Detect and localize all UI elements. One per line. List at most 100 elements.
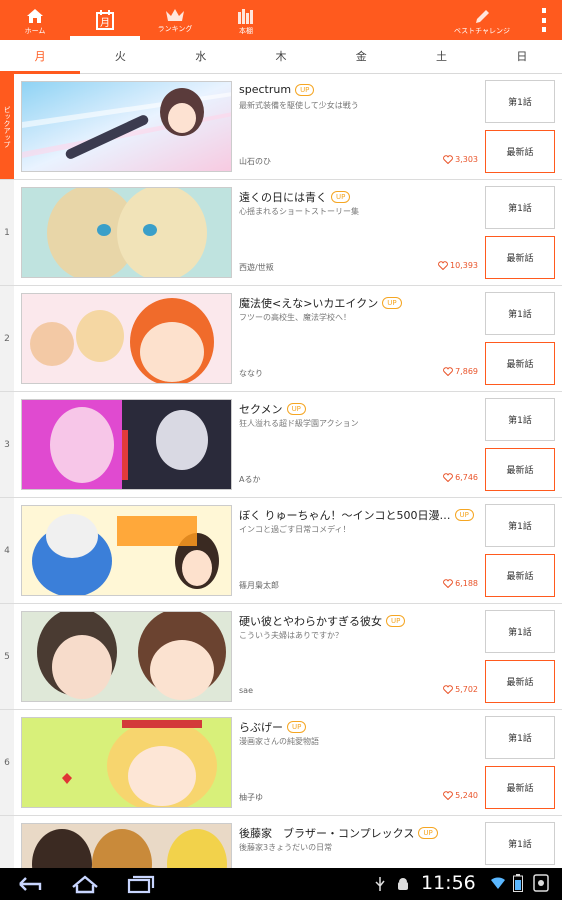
first-episode-button[interactable]: 第1話	[485, 504, 555, 547]
comic-row[interactable]: 5 硬い彼とやわらかすぎる彼女 UP こういう夫婦はありですか？ sae 5,7…	[0, 604, 562, 710]
latest-episode-button[interactable]: 最新話	[485, 236, 555, 279]
latest-episode-button[interactable]: 最新話	[485, 448, 555, 491]
comic-thumbnail[interactable]	[21, 611, 232, 702]
nav-ranking[interactable]: ランキング	[150, 0, 200, 40]
likes-count: 6,188	[455, 579, 478, 588]
comic-title[interactable]: ぼく りゅーちゃん！～インコと500日漫…	[239, 507, 451, 523]
comic-thumbnail[interactable]	[21, 717, 232, 808]
up-badge: UP	[295, 83, 315, 96]
first-episode-button[interactable]: 第1話	[485, 398, 555, 441]
latest-episode-button[interactable]: 最新話	[485, 342, 555, 385]
rank-number: 5	[0, 604, 14, 709]
comic-description: 狂人溢れる超ド級学園アクション	[239, 419, 359, 428]
comic-description: 後藤家3きょうだいの日常	[239, 843, 333, 852]
nav-bookshelf[interactable]: 本棚	[228, 0, 264, 40]
status-clock: 11:56	[421, 872, 476, 894]
latest-episode-button[interactable]: 最新話	[485, 130, 555, 173]
system-navigation-bar: 11:56	[0, 868, 562, 900]
tab-friday[interactable]: 金	[321, 40, 401, 73]
comic-thumbnail[interactable]	[21, 399, 232, 490]
first-episode-button[interactable]: 第1話	[485, 80, 555, 123]
comic-thumbnail[interactable]	[21, 293, 232, 384]
comic-thumbnail[interactable]	[21, 81, 232, 172]
comic-author: 西遊/世叛	[239, 263, 274, 272]
tab-saturday[interactable]: 土	[401, 40, 481, 73]
nav-best-challenge-label: ベストチャレンジ	[453, 27, 511, 35]
tab-thursday[interactable]: 木	[241, 40, 321, 73]
comic-likes: 6,188	[443, 579, 478, 588]
tab-sunday[interactable]: 日	[482, 40, 562, 73]
latest-episode-button[interactable]: 最新話	[485, 766, 555, 809]
rank-number: 1	[0, 180, 14, 285]
comic-thumbnail[interactable]	[21, 505, 232, 596]
weekday-tabs: 月 火 水 木 金 土 日	[0, 40, 562, 74]
wifi-icon	[491, 877, 505, 889]
calendar-icon: 月	[96, 10, 114, 30]
back-icon[interactable]	[16, 874, 44, 894]
recent-apps-icon[interactable]	[126, 874, 156, 894]
crown-icon	[166, 9, 184, 21]
comic-title[interactable]: 後藤家 ブラザー・コンプレックス	[239, 825, 414, 841]
comic-description: 心揺まれるショートストーリー集	[239, 207, 359, 216]
comic-list[interactable]: ピックアップ spectrum UP 最新式装備を駆使して少女は戦う 山石のひ …	[0, 74, 562, 868]
likes-count: 5,240	[455, 791, 478, 800]
nav-bookshelf-label: 本棚	[239, 27, 253, 35]
comic-row[interactable]: ピックアップ spectrum UP 最新式装備を駆使して少女は戦う 山石のひ …	[0, 74, 562, 180]
comic-row[interactable]: 1 遠くの日には青く UP 心揺まれるショートストーリー集 西遊/世叛 10,3…	[0, 180, 562, 286]
up-badge: UP	[418, 827, 438, 839]
first-episode-button[interactable]: 第1話	[485, 610, 555, 653]
tab-wednesday[interactable]: 水	[161, 40, 241, 73]
comic-thumbnail[interactable]	[21, 187, 232, 278]
comic-description: 最新式装備を駆使して少女は戦う	[239, 101, 359, 110]
comic-title-line: セクメン UP	[239, 401, 479, 417]
nav-home[interactable]: ホーム	[14, 0, 56, 40]
overflow-menu-icon[interactable]	[540, 8, 548, 32]
latest-episode-button[interactable]: 最新話	[485, 554, 555, 597]
comic-title[interactable]: 遠くの日には青く	[239, 189, 327, 205]
comic-row[interactable]: 2 魔法使<えな>いカエイクン UP フツーの高校生、魔法学校へ！ ななり 7,…	[0, 286, 562, 392]
first-episode-button[interactable]: 第1話	[485, 716, 555, 759]
comic-title[interactable]: 硬い彼とやわらかすぎる彼女	[239, 613, 382, 629]
rank-number: 2	[0, 286, 14, 391]
rank-number: 6	[0, 710, 14, 815]
up-badge: UP	[331, 191, 351, 203]
likes-count: 6,746	[455, 473, 478, 482]
comic-description: インコと過ごす日常コメディ！	[239, 525, 351, 534]
tab-monday[interactable]: 月	[0, 40, 81, 74]
up-badge: UP	[386, 615, 406, 627]
comic-row[interactable]: 4 ぼく りゅーちゃん！～インコと500日漫… UP インコと過ごす日常コメディ…	[0, 498, 562, 604]
comic-row[interactable]: 6 らぶげー UP 漫画家さんの純愛物語 柚子ゆ 5,240 第1話 最新話	[0, 710, 562, 816]
comic-description: 漫画家さんの純愛物語	[239, 737, 319, 746]
nav-calendar[interactable]: 月	[88, 0, 122, 40]
heart-icon	[443, 579, 453, 588]
nav-best-challenge[interactable]: ベストチャレンジ	[444, 0, 520, 40]
heart-icon	[443, 685, 453, 694]
comic-title[interactable]: spectrum	[239, 83, 291, 96]
comic-description: フツーの高校生、魔法学校へ！	[239, 313, 351, 322]
comic-row[interactable]: 後藤家 ブラザー・コンプレックス UP 後藤家3きょうだいの日常 第1話	[0, 816, 562, 868]
first-episode-button[interactable]: 第1話	[485, 292, 555, 335]
comic-title-line: ぼく りゅーちゃん！～インコと500日漫… UP	[239, 507, 479, 523]
first-episode-button[interactable]: 第1話	[485, 186, 555, 229]
comic-title[interactable]: 魔法使<えな>いカエイクン	[239, 295, 378, 311]
comic-author: ななり	[239, 369, 263, 378]
comic-title-line: spectrum UP	[239, 83, 479, 96]
comic-thumbnail[interactable]	[21, 823, 232, 868]
likes-count: 10,393	[450, 261, 478, 270]
first-episode-button[interactable]: 第1話	[485, 822, 555, 865]
comic-author: 柚子ゆ	[239, 793, 263, 802]
comic-title[interactable]: セクメン	[239, 401, 283, 417]
comic-row[interactable]: 3 セクメン UP 狂人溢れる超ド級学園アクション Aるか 6,746 第1話 …	[0, 392, 562, 498]
android-debug-icon	[398, 878, 408, 890]
up-badge: UP	[286, 403, 306, 415]
battery-icon	[513, 874, 523, 892]
comic-description: こういう夫婦はありですか？	[239, 631, 343, 640]
comic-author: Aるか	[239, 475, 261, 484]
latest-episode-button[interactable]: 最新話	[485, 660, 555, 703]
comic-title-line: 硬い彼とやわらかすぎる彼女 UP	[239, 613, 479, 629]
comic-title[interactable]: らぶげー	[239, 719, 283, 735]
nav-home-label: ホーム	[24, 27, 46, 35]
home-button-icon[interactable]	[70, 874, 100, 894]
likes-count: 7,869	[455, 367, 478, 376]
tab-tuesday[interactable]: 火	[80, 40, 160, 73]
